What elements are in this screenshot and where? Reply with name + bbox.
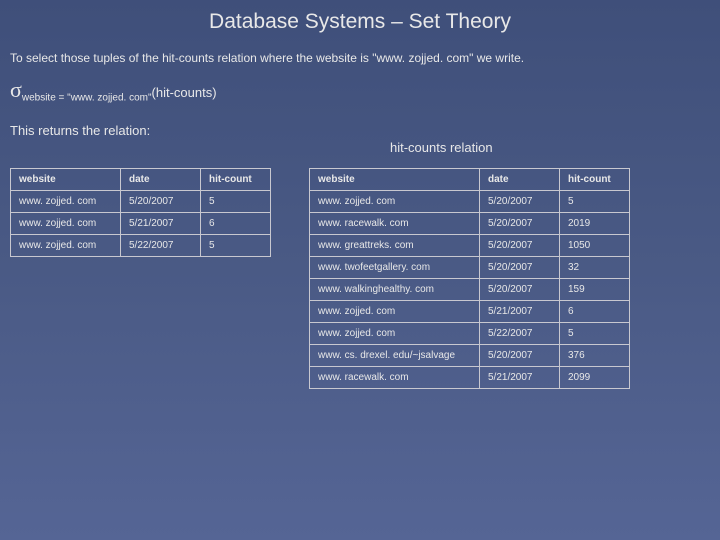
cell: 5/20/2007 [480,345,560,367]
cell: 5/21/2007 [480,367,560,389]
table-row: www. walkinghealthy. com5/20/2007159 [310,279,630,301]
cell: 5/21/2007 [121,213,201,235]
cell: 5/20/2007 [121,191,201,213]
cell: www. racewalk. com [310,213,480,235]
cell: www. twofeetgallery. com [310,257,480,279]
table-row: www. racewalk. com5/20/20072019 [310,213,630,235]
tables-container: website date hit-count www. zojjed. com5… [10,168,710,389]
sigma-symbol: σ [10,77,22,102]
cell: www. zojjed. com [11,235,121,257]
cell: 2019 [560,213,630,235]
table-row: www. twofeetgallery. com5/20/200732 [310,257,630,279]
cell: 5/20/2007 [480,257,560,279]
col-date: date [480,169,560,191]
table-header-row: website date hit-count [310,169,630,191]
cell: 5 [560,323,630,345]
table-row: www. greattreks. com5/20/20071050 [310,235,630,257]
cell: www. zojjed. com [310,191,480,213]
col-date: date [121,169,201,191]
cell: 376 [560,345,630,367]
cell: 5/22/2007 [480,323,560,345]
right-table-label: hit-counts relation [390,140,493,155]
cell: 5/20/2007 [480,279,560,301]
cell: www. greattreks. com [310,235,480,257]
table-row: www. racewalk. com5/21/20072099 [310,367,630,389]
table-row: www. zojjed. com5/22/20075 [11,235,271,257]
cell: www. zojjed. com [310,323,480,345]
cell: 159 [560,279,630,301]
col-website: website [310,169,480,191]
cell: 32 [560,257,630,279]
sigma-argument: (hit-counts) [152,85,217,100]
table-header-row: website date hit-count [11,169,271,191]
cell: 5 [201,235,271,257]
cell: 2099 [560,367,630,389]
cell: 6 [560,301,630,323]
col-website: website [11,169,121,191]
col-hitcount: hit-count [560,169,630,191]
cell: www. zojjed. com [310,301,480,323]
returns-text: This returns the relation: [0,109,720,144]
cell: www. walkinghealthy. com [310,279,480,301]
hitcounts-table: website date hit-count www. zojjed. com5… [309,168,630,389]
table-row: www. zojjed. com5/20/20075 [310,191,630,213]
col-hitcount: hit-count [201,169,271,191]
table-row: www. zojjed. com5/21/20076 [310,301,630,323]
table-row: www. zojjed. com5/22/20075 [310,323,630,345]
intro-text: To select those tuples of the hit-counts… [0,34,720,71]
cell: 5 [560,191,630,213]
cell: 5/20/2007 [480,191,560,213]
table-row: www. zojjed. com5/20/20075 [11,191,271,213]
cell: 6 [201,213,271,235]
table-row: www. cs. drexel. edu/~jsalvage5/20/20073… [310,345,630,367]
sigma-subscript: website = "www. zojjed. com" [22,92,152,103]
slide-title: Database Systems – Set Theory [0,0,720,34]
selection-formula: σwebsite = "www. zojjed. com"(hit-counts… [0,71,720,110]
cell: 5/20/2007 [480,235,560,257]
cell: www. zojjed. com [11,213,121,235]
cell: 5/20/2007 [480,213,560,235]
cell: www. racewalk. com [310,367,480,389]
cell: 5 [201,191,271,213]
cell: 1050 [560,235,630,257]
table-row: www. zojjed. com5/21/20076 [11,213,271,235]
cell: 5/22/2007 [121,235,201,257]
cell: www. cs. drexel. edu/~jsalvage [310,345,480,367]
result-table: website date hit-count www. zojjed. com5… [10,168,271,257]
cell: www. zojjed. com [11,191,121,213]
cell: 5/21/2007 [480,301,560,323]
